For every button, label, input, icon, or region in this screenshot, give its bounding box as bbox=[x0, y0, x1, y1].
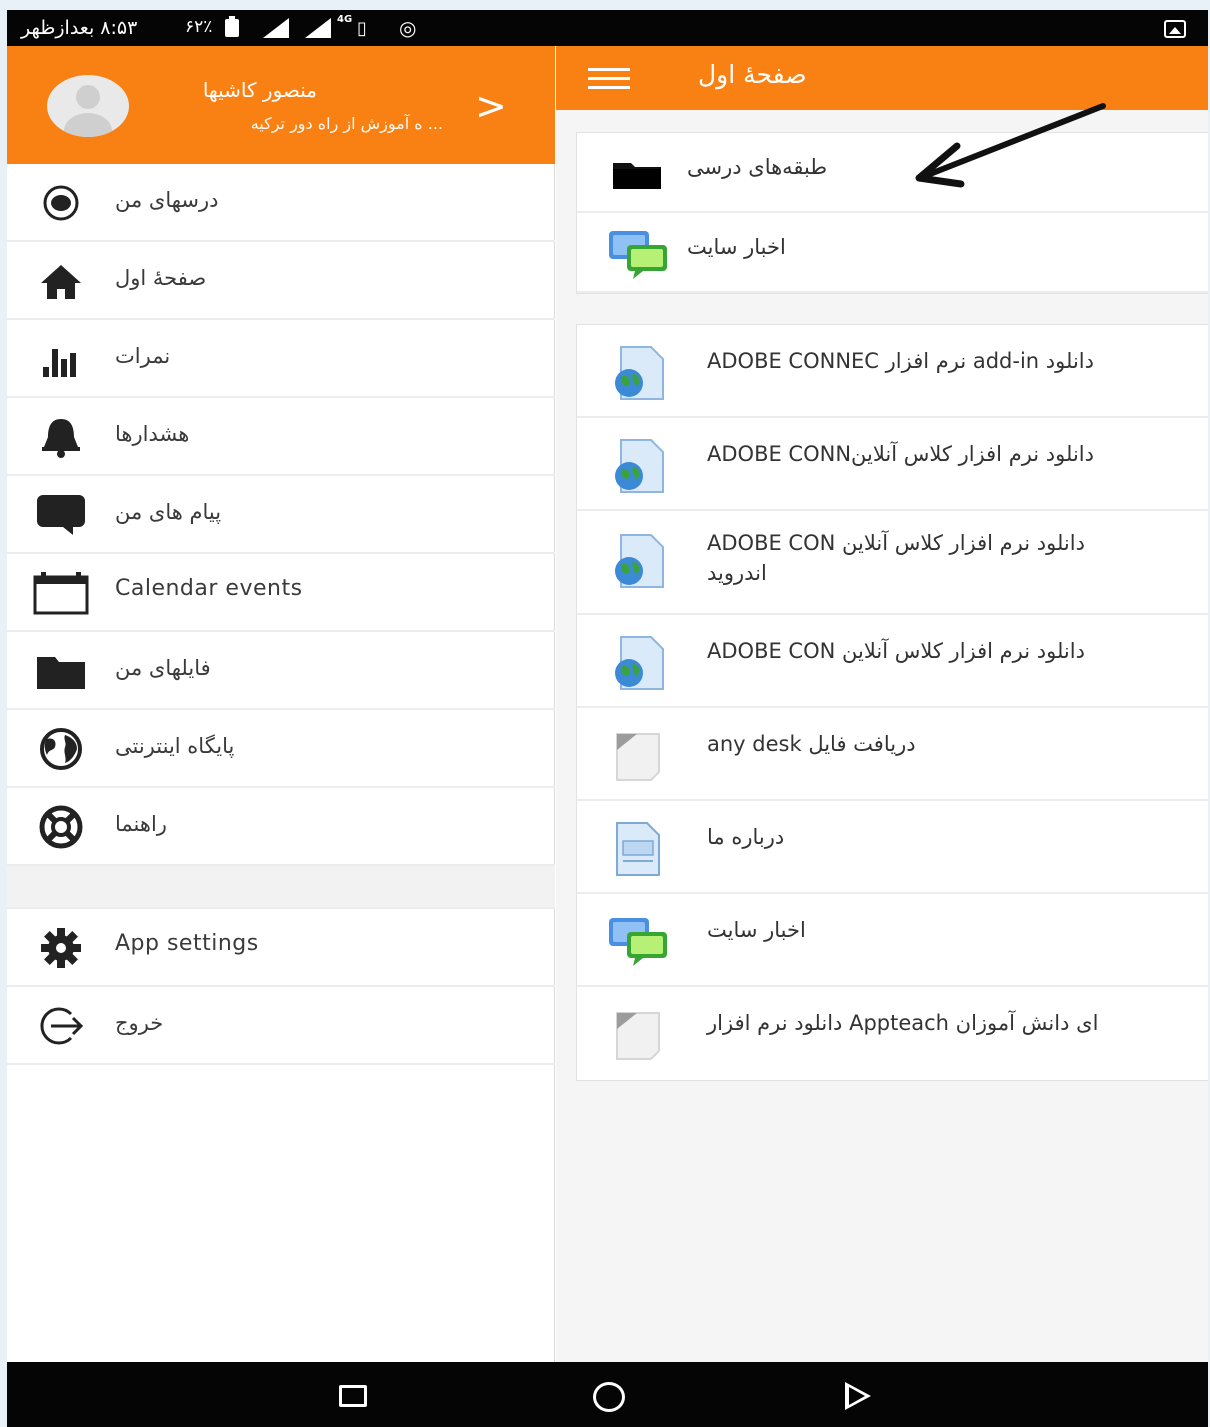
network-type: 4G bbox=[337, 14, 353, 25]
url-resource-icon bbox=[615, 439, 664, 493]
menu-label: خروج bbox=[115, 1011, 164, 1035]
gear-icon bbox=[41, 928, 81, 968]
status-time: ۸:۵۳ بعدازظهر bbox=[21, 17, 138, 39]
menu-item-website[interactable]: پایگاه اینترنتی bbox=[7, 710, 555, 788]
list-item-label: اخبار سایت bbox=[707, 918, 806, 942]
forum-icon bbox=[609, 231, 667, 279]
menu-label: App settings bbox=[115, 931, 259, 956]
menu-label: نمرات bbox=[115, 344, 171, 368]
chat-icon bbox=[37, 495, 85, 535]
menu-label: هشدارها bbox=[115, 422, 190, 446]
menu-item-my-files[interactable]: فایلهای من bbox=[7, 632, 555, 710]
list-item-label: ADOBE CON دانلود نرم افزار کلاس آنلاین bbox=[707, 639, 1085, 663]
list-item-label: طبقه‌های درسی bbox=[687, 155, 828, 179]
file-icon bbox=[616, 1012, 660, 1060]
menu-label: راهنما bbox=[115, 812, 167, 836]
list-item-resource[interactable]: اخبار سایت bbox=[577, 894, 1208, 987]
list-item-label-line2: اندروید bbox=[707, 561, 767, 585]
home-nav-icon[interactable] bbox=[593, 1382, 625, 1412]
menu-divider bbox=[7, 866, 555, 909]
menu-item-help[interactable]: راهنما bbox=[7, 788, 555, 866]
main-content: صفحهٔ اول طبقه‌های درسی اخبار سایت ADOBE… bbox=[556, 46, 1208, 1362]
menu-label: فایلهای من bbox=[115, 656, 211, 680]
logout-icon bbox=[40, 1007, 84, 1045]
menu-item-notifications[interactable]: هشدارها bbox=[7, 398, 555, 476]
list-item-resource[interactable]: ای دانش آموزان Appteach دانلود نرم افزار bbox=[577, 987, 1208, 1080]
list-item-resource[interactable]: any desk دریافت فایل bbox=[577, 708, 1208, 801]
drawer-menu: درسهای من صفحهٔ اول نمرات هشدارها پیام ه… bbox=[7, 164, 555, 1065]
menu-label: پایگاه اینترنتی bbox=[115, 734, 235, 758]
list-item-resource[interactable]: ADOBE CONNدانلود نرم افزار کلاس آنلاین bbox=[577, 418, 1208, 511]
back-nav-icon[interactable] bbox=[845, 1382, 871, 1410]
battery-percent: ۶۲٪ bbox=[185, 17, 213, 37]
bar-chart-icon bbox=[43, 349, 76, 377]
status-bar: ۸:۵۳ بعدازظهر ۶۲٪ 4G ▯ ◎ bbox=[7, 10, 1208, 46]
vibrate-icon: ▯ bbox=[357, 18, 367, 39]
side-drawer: منصور کاشیها ... ه آموزش از راه دور ترکی… bbox=[7, 46, 555, 1362]
battery-icon bbox=[225, 16, 239, 37]
globe-icon bbox=[40, 728, 82, 770]
menu-item-home[interactable]: صفحهٔ اول bbox=[7, 242, 555, 320]
image-notification-icon bbox=[1164, 20, 1186, 38]
menu-item-messages[interactable]: پیام های من bbox=[7, 476, 555, 554]
menu-item-logout[interactable]: خروج bbox=[7, 987, 555, 1065]
drawer-header[interactable]: منصور کاشیها ... ه آموزش از راه دور ترکی… bbox=[7, 46, 555, 164]
list-item-label: ADOBE CONNدانلود نرم افزار کلاس آنلاین bbox=[707, 442, 1094, 466]
course-content-card: ADOBE CONNEC نرم افزار add-in دانلود ADO… bbox=[576, 324, 1208, 1081]
list-item-resource[interactable]: درباره ما bbox=[577, 801, 1208, 894]
bell-icon bbox=[42, 419, 80, 458]
menu-item-grades[interactable]: نمرات bbox=[7, 320, 555, 398]
list-item-label: درباره ما bbox=[707, 825, 785, 849]
menu-label: صفحهٔ اول bbox=[115, 266, 207, 290]
menu-label: Calendar events bbox=[115, 576, 303, 601]
url-resource-icon bbox=[615, 534, 664, 588]
list-item-label: ADOBE CON دانلود نرم افزار کلاس آنلاین bbox=[707, 531, 1085, 555]
user-site-name: ... ه آموزش از راه دور ترکیه bbox=[250, 114, 443, 133]
list-item-label: ADOBE CONNEC نرم افزار add-in دانلود bbox=[707, 349, 1094, 373]
calendar-icon bbox=[33, 572, 89, 615]
user-name: منصور کاشیها bbox=[202, 78, 317, 102]
forum-icon bbox=[609, 918, 667, 966]
page-title: صفحهٔ اول bbox=[698, 60, 807, 89]
list-item-label: any desk دریافت فایل bbox=[707, 732, 916, 756]
hamburger-menu-icon[interactable] bbox=[588, 68, 630, 90]
annotation-arrow bbox=[915, 103, 1106, 188]
signal-icon-2 bbox=[305, 18, 331, 38]
menu-item-calendar[interactable]: Calendar events bbox=[7, 554, 555, 632]
chevron-right-icon[interactable]: > bbox=[475, 84, 507, 128]
list-item-resource[interactable]: ADOBE CON دانلود نرم افزار کلاس آنلاین bbox=[577, 615, 1208, 708]
lifebuoy-icon bbox=[39, 805, 83, 849]
list-item-site-news[interactable]: اخبار سایت bbox=[577, 213, 1208, 293]
file-icon bbox=[616, 733, 660, 781]
menu-label: درسهای من bbox=[115, 188, 219, 212]
avatar[interactable] bbox=[47, 75, 129, 137]
list-item-resource[interactable]: ADOBE CON دانلود نرم افزار کلاس آنلاین ا… bbox=[577, 511, 1208, 615]
home-icon bbox=[41, 265, 81, 299]
target-icon bbox=[43, 185, 79, 221]
top-list-card: طبقه‌های درسی اخبار سایت bbox=[576, 132, 1208, 294]
recent-apps-icon[interactable] bbox=[339, 1385, 367, 1407]
android-nav-bar bbox=[7, 1362, 1208, 1427]
menu-item-app-settings[interactable]: App settings bbox=[7, 909, 555, 987]
list-item-label: اخبار سایت bbox=[687, 235, 786, 259]
signal-icon bbox=[263, 18, 289, 38]
list-item-resource[interactable]: ADOBE CONNEC نرم افزار add-in دانلود bbox=[577, 325, 1208, 418]
hotspot-icon: ◎ bbox=[399, 16, 417, 40]
url-resource-icon bbox=[615, 346, 664, 400]
list-item-course-categories[interactable]: طبقه‌های درسی bbox=[577, 133, 1208, 213]
url-resource-icon bbox=[615, 636, 664, 690]
menu-label: پیام های من bbox=[115, 500, 222, 524]
list-item-label: ای دانش آموزان Appteach دانلود نرم افزار bbox=[707, 1011, 1099, 1035]
page-icon bbox=[616, 822, 660, 876]
folder-icon bbox=[613, 163, 661, 189]
menu-item-my-courses[interactable]: درسهای من bbox=[7, 164, 555, 242]
folder-icon bbox=[37, 657, 85, 689]
